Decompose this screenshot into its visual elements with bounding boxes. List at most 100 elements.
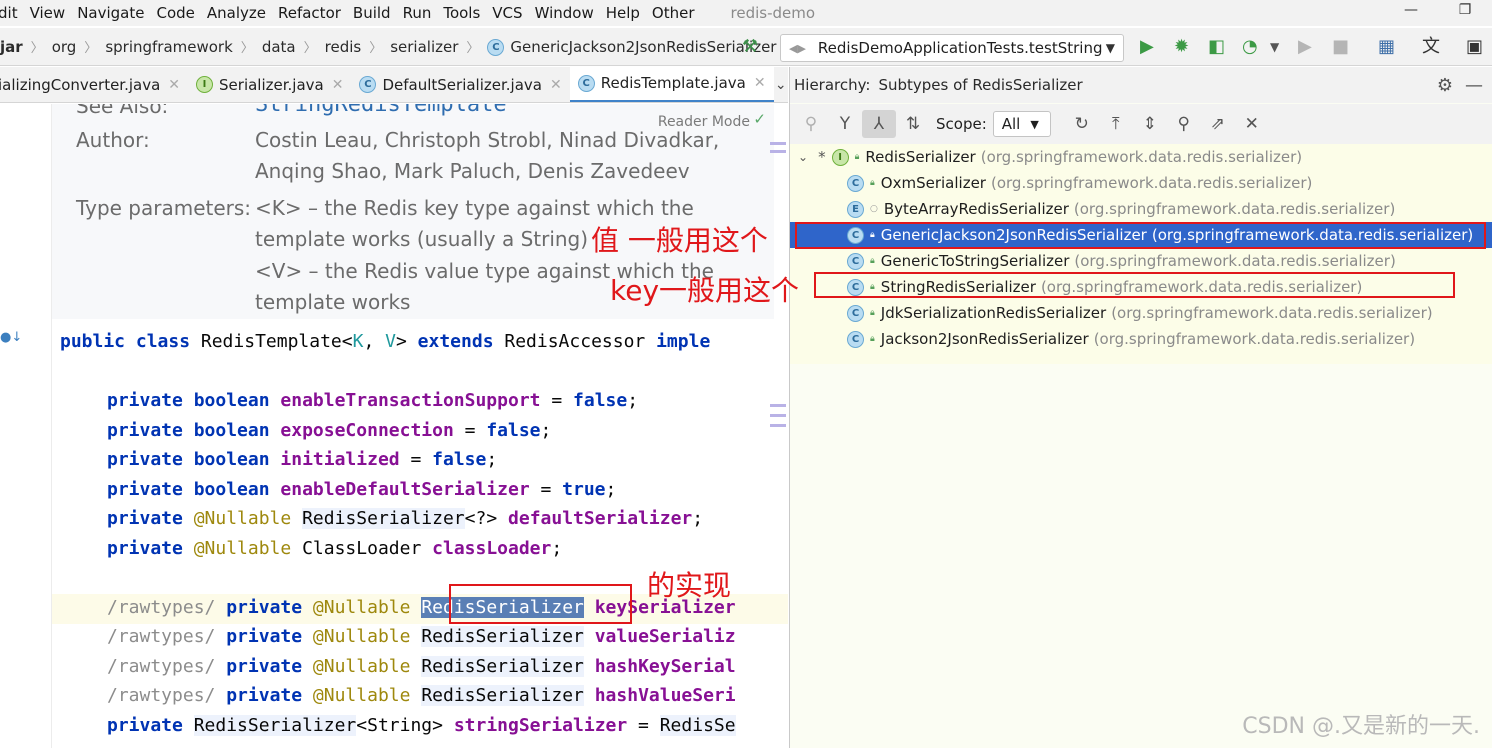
close-icon[interactable]: ✕	[168, 77, 180, 93]
menu-other[interactable]: Other	[646, 4, 701, 22]
hide-panel-icon[interactable]: —	[1465, 75, 1483, 96]
menu-code[interactable]: Code	[150, 4, 200, 22]
menu-vcs[interactable]: VCS	[486, 4, 528, 22]
hierarchy-panel: Hierarchy: Subtypes of RedisSerializer ⚙…	[789, 67, 1492, 748]
check-icon: ✓	[753, 110, 766, 128]
tab-default-serializer[interactable]: C DefaultSerializer.java ✕	[351, 67, 569, 102]
coverage-icon[interactable]: ◧	[1208, 36, 1225, 58]
scrollbar-marker	[770, 150, 786, 153]
scrollbar-marker	[770, 424, 786, 427]
type-hierarchy-icon[interactable]: ⚲	[794, 114, 828, 134]
chevron-down-icon[interactable]: ⌄	[774, 77, 788, 93]
scope-value: All	[1001, 115, 1021, 133]
tab-redis-template[interactable]: C RedisTemplate.java ✕	[569, 67, 774, 102]
minimize-icon[interactable]: —	[1384, 0, 1438, 20]
stop-icon[interactable]: ■	[1332, 36, 1349, 58]
profile-icon[interactable]: ◔	[1242, 36, 1258, 58]
tree-row-jdk[interactable]: C 🔒︎ JdkSerializationRedisSerializer (org…	[790, 300, 1492, 326]
close-icon[interactable]: ✕	[550, 77, 562, 93]
debug-icon[interactable]: ✹	[1174, 36, 1189, 58]
breadcrumb-serializer[interactable]: serializer	[390, 38, 458, 56]
scrollbar-marker	[770, 142, 786, 145]
restore-icon[interactable]: ❐	[1438, 0, 1492, 20]
menu-help[interactable]: Help	[600, 4, 646, 22]
tab-label: Serializer.java	[219, 75, 324, 94]
menu-window[interactable]: Window	[529, 4, 600, 22]
public-access-icon: 🔒︎	[870, 256, 875, 266]
tree-row-package: (org.springframework.data.redis.serializ…	[1093, 330, 1416, 348]
hierarchy-toolbar: ⚲ Y ⅄ ⇅ Scope: All ▼ ↻ ⤒ ⇕ ⚲ ⇗ ✕	[790, 104, 1492, 144]
menu-edit[interactable]: dit	[0, 4, 24, 22]
tree-row-bytearray[interactable]: E ○ ByteArrayRedisSerializer (org.springf…	[790, 196, 1492, 222]
breadcrumb-class[interactable]: C GenericJackson2JsonRedisSerializer	[487, 38, 776, 56]
resume-icon[interactable]: ▶	[1298, 36, 1312, 58]
code-line: private boolean initialized = false;	[107, 449, 498, 470]
package-access-icon: ○	[870, 204, 878, 214]
tree-row-package: (org.springframework.data.redis.serializ…	[1073, 200, 1396, 218]
code-line-value-serializer: /rawtypes/ private @Nullable RedisSerial…	[107, 626, 736, 647]
build-hammer-icon[interactable]: ⚒	[742, 36, 758, 58]
annotation-box-key	[814, 272, 1455, 298]
export-icon[interactable]: ⤒	[1099, 114, 1133, 134]
collapse-all-icon[interactable]: ⇕	[1133, 114, 1167, 134]
breadcrumb-jar[interactable]: jar	[0, 38, 23, 56]
tab-serializing-converter[interactable]: ializingConverter.java ✕	[0, 67, 188, 102]
doc-see-also-link[interactable]: StringRedisTemplate	[255, 104, 507, 117]
tree-row-root[interactable]: ⌄ * I 🔒︎ RedisSerializer (org.springfram…	[790, 144, 1492, 170]
close-icon[interactable]: ✕	[754, 75, 766, 91]
class-icon: C	[847, 330, 864, 348]
class-icon: C	[847, 304, 864, 322]
code-line: private @Nullable RedisSerializer<?> def…	[107, 508, 704, 529]
breadcrumb-separator-icon: 〉	[466, 41, 480, 56]
config-icon: ◀▶	[789, 41, 806, 55]
code-line-class-declaration: public class RedisTemplate<K, V> extends…	[60, 331, 711, 352]
close-icon[interactable]: ✕	[1235, 114, 1269, 134]
open-in-window-icon[interactable]: ⇗	[1201, 114, 1235, 134]
project-structure-icon[interactable]: ▦	[1378, 36, 1395, 58]
annotation-note-key: key一般用这个	[610, 274, 800, 307]
panel-toggle-icon[interactable]: ▣	[1466, 36, 1483, 58]
pin-icon[interactable]: ⚲	[1167, 114, 1201, 134]
annotation-box-impl	[449, 584, 632, 624]
tree-row-package: (org.springframework.data.redis.serializ…	[980, 148, 1303, 166]
breadcrumb-jar-label: jar	[0, 37, 23, 56]
breadcrumb-springframework[interactable]: springframework	[105, 38, 232, 56]
class-icon: C	[487, 38, 505, 56]
code-editor[interactable]: ●↓ Reader Mode ✓ See Also: StringRedisTe…	[0, 104, 788, 748]
interface-icon: I	[831, 148, 849, 166]
menu-view[interactable]: View	[24, 4, 72, 22]
tree-row-name: GenericToStringSerializer	[880, 252, 1070, 270]
breadcrumb-data[interactable]: data	[262, 38, 296, 56]
gear-icon[interactable]: ⚙	[1437, 75, 1453, 96]
chevron-down-icon[interactable]: ▼	[1270, 36, 1279, 58]
hierarchy-title: Hierarchy:	[794, 76, 871, 94]
menu-refactor[interactable]: Refactor	[272, 4, 347, 22]
run-configuration-select[interactable]: ◀▶ RedisDemoApplicationTests.testString …	[780, 34, 1124, 62]
tab-serializer[interactable]: I Serializer.java ✕	[188, 67, 351, 102]
hierarchy-tree[interactable]: ⌄ * I 🔒︎ RedisSerializer (org.springfram…	[790, 144, 1492, 364]
refresh-icon[interactable]: ↻	[1065, 114, 1099, 134]
public-access-icon: 🔒︎	[854, 152, 860, 162]
override-marker-icon[interactable]: ●↓	[0, 330, 22, 345]
menu-navigate[interactable]: Navigate	[71, 4, 150, 22]
menu-analyze[interactable]: Analyze	[201, 4, 272, 22]
tree-row-oxm[interactable]: C 🔒︎ OxmSerializer (org.springframework.d…	[790, 170, 1492, 196]
run-icon[interactable]: ▶	[1140, 36, 1154, 58]
scope-select[interactable]: All ▼	[992, 111, 1051, 137]
menu-run[interactable]: Run	[397, 4, 438, 22]
supertypes-icon[interactable]: Y	[828, 114, 862, 134]
breadcrumb-class-label: GenericJackson2JsonRedisSerializer	[510, 37, 777, 56]
translate-icon[interactable]: 文	[1422, 36, 1440, 58]
subtypes-icon[interactable]: ⅄	[862, 110, 896, 138]
tree-row-generic-tostring[interactable]: C 🔒︎ GenericToStringSerializer (org.sprin…	[790, 248, 1492, 274]
breadcrumb-org[interactable]: org	[52, 38, 77, 56]
tree-row-jackson2[interactable]: C 🔒︎ Jackson2JsonRedisSerializer (org.spr…	[790, 326, 1492, 352]
menu-tools[interactable]: Tools	[437, 4, 486, 22]
breadcrumb-redis[interactable]: redis	[325, 38, 362, 56]
menu-build[interactable]: Build	[347, 4, 397, 22]
interface-icon: I	[196, 76, 214, 93]
chevron-down-icon[interactable]: ⌄	[798, 150, 808, 164]
close-icon[interactable]: ✕	[332, 77, 344, 93]
sort-alphabetically-icon[interactable]: ⇅	[896, 114, 930, 134]
tab-label: DefaultSerializer.java	[382, 75, 542, 94]
